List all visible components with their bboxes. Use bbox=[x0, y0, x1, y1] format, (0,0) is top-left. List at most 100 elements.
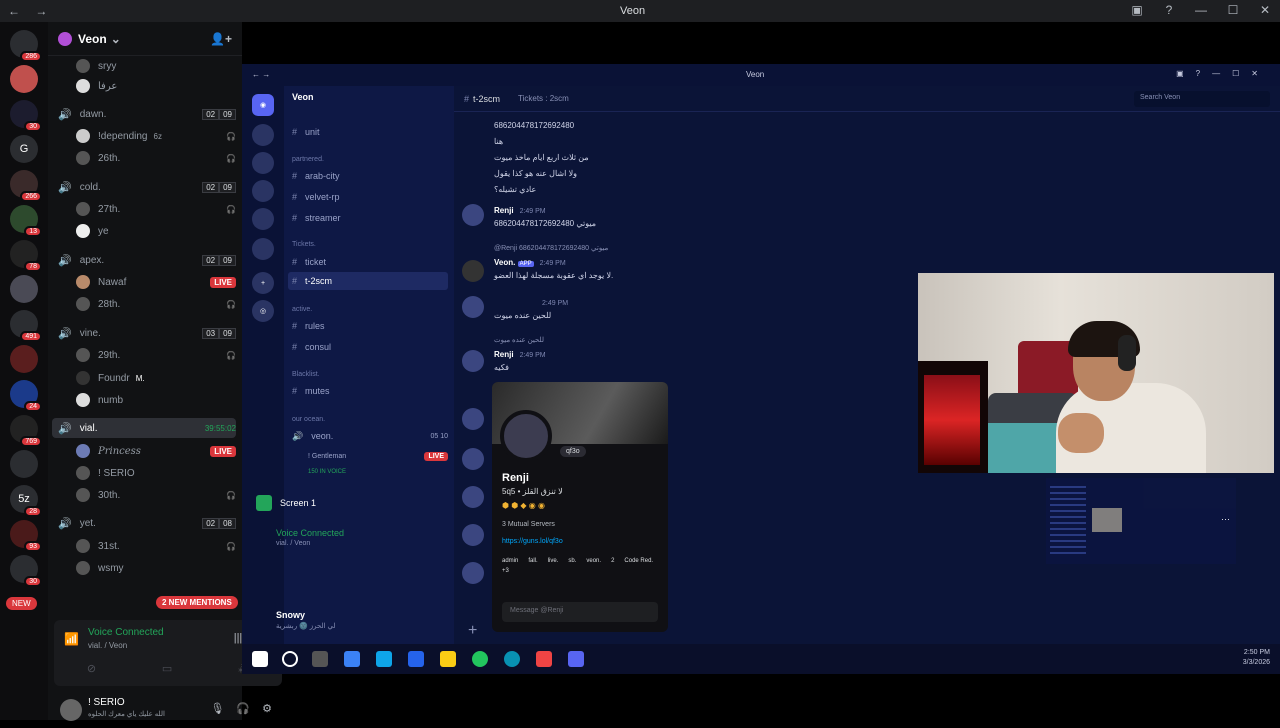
avatar bbox=[462, 204, 484, 226]
inbox-icon[interactable]: ▣ bbox=[1130, 3, 1144, 17]
guild-icon[interactable]: 266 bbox=[10, 170, 42, 202]
voice-user[interactable]: ! SERIO bbox=[76, 463, 236, 483]
camera-off-icon[interactable]: ⊘ bbox=[87, 662, 96, 675]
add-member-icon[interactable]: 👤+ bbox=[210, 32, 232, 46]
mutual-servers: 3 Mutual Servers bbox=[502, 521, 555, 528]
guild-icon bbox=[252, 208, 274, 230]
screen-share-icon[interactable]: ▭ bbox=[162, 662, 172, 675]
voice-user[interactable]: Princess LIVE bbox=[76, 441, 236, 461]
guild-mention-badge: 93 bbox=[24, 541, 42, 552]
voice-user[interactable]: 28th. 🎧 bbox=[76, 294, 236, 314]
guild-icon[interactable]: 30 bbox=[10, 100, 42, 132]
avatar[interactable] bbox=[60, 699, 82, 721]
guild-icon[interactable]: 769 bbox=[10, 415, 42, 447]
voice-channel-vial[interactable]: 🔊 vial. 39:55:02 bbox=[58, 418, 236, 438]
voice-user[interactable]: numb bbox=[76, 390, 236, 410]
chat-header: # t-2scm Tickets : 2scm Search Veon bbox=[454, 86, 1280, 112]
channel-arab-city: # arab-city bbox=[292, 171, 340, 181]
guild-icon[interactable]: 78 bbox=[10, 240, 42, 272]
voice-channel-apex[interactable]: 🔊 apex. 02 09 bbox=[58, 250, 236, 270]
signal-icon[interactable]: 📶 bbox=[64, 632, 79, 646]
stream-window-title: Veon bbox=[746, 70, 765, 79]
voice-user[interactable]: !depending 6z 🎧 bbox=[76, 126, 236, 146]
window-title: Veon bbox=[620, 5, 646, 17]
voice-user[interactable]: 29th. 🎧 bbox=[76, 345, 236, 365]
channel-name: yet. bbox=[79, 517, 96, 529]
server-header[interactable]: Veon ⌄ 👤+ bbox=[48, 22, 242, 56]
task-view-icon bbox=[312, 651, 328, 667]
user-name: Princess bbox=[98, 445, 141, 457]
webcam-overlay[interactable] bbox=[918, 273, 1274, 473]
deafened-icon: 🎧 bbox=[226, 299, 236, 309]
voice-user[interactable]: ye bbox=[76, 221, 236, 241]
voice-user[interactable]: sryy bbox=[76, 56, 236, 76]
profile-message-input: Message @Renji bbox=[502, 602, 658, 622]
guild-icon[interactable] bbox=[10, 275, 38, 303]
settings-gear-icon[interactable]: ⚙ bbox=[262, 702, 272, 715]
guild-icon[interactable] bbox=[10, 345, 38, 373]
user-name: Nawaf bbox=[98, 276, 127, 288]
guild-label: 5z bbox=[18, 493, 30, 505]
voice-location[interactable]: vial. / Veon bbox=[88, 641, 127, 650]
new-mentions-badge[interactable]: 2 NEW MENTIONS bbox=[156, 596, 238, 609]
voice-user[interactable]: عرفا bbox=[76, 76, 236, 96]
guild-mention-badge: 28 bbox=[24, 506, 42, 517]
minimize-button[interactable]: — bbox=[1194, 3, 1208, 17]
mini-stream-preview[interactable]: ⋯ bbox=[1046, 478, 1236, 564]
microphone-icon[interactable]: 🎙 bbox=[210, 702, 224, 715]
stream-voice-location: vial. / Veon bbox=[276, 540, 311, 547]
avatar bbox=[76, 539, 90, 553]
voice-channel-dawn[interactable]: 🔊 dawn. 02 09 bbox=[58, 104, 236, 124]
voice-user[interactable]: 26th. 🎧 bbox=[76, 148, 236, 168]
user-name[interactable]: ! SERIO bbox=[88, 697, 125, 708]
mail-icon bbox=[408, 651, 424, 667]
more-icon[interactable]: ⋯ bbox=[1221, 514, 1230, 525]
noise-suppression-icon[interactable]: ||| bbox=[234, 632, 243, 645]
plus-icon: + bbox=[468, 622, 478, 639]
guild-mention-badge: 78 bbox=[24, 261, 42, 272]
speaker-icon: 🔊 bbox=[58, 327, 72, 340]
guild-icon[interactable]: 93 bbox=[10, 520, 42, 552]
voice-channel-vine[interactable]: 🔊 vine. 03 09 bbox=[58, 323, 236, 343]
channel-streamer: # streamer bbox=[292, 213, 341, 223]
voice-channel-yet[interactable]: 🔊 yet. 02 08 bbox=[58, 513, 236, 533]
windows-start-icon bbox=[252, 651, 268, 667]
avatar bbox=[76, 151, 90, 165]
voice-status[interactable]: Voice Connected bbox=[88, 627, 164, 638]
channel-name: vine. bbox=[79, 327, 101, 339]
guild-icon[interactable] bbox=[10, 65, 38, 93]
voice-user[interactable]: 30th. 🎧 bbox=[76, 485, 236, 505]
headphones-icon[interactable]: 🎧 bbox=[236, 702, 250, 715]
voice-user[interactable]: 31st. 🎧 bbox=[76, 536, 236, 556]
reply-preview: للحين عنده ميوت bbox=[494, 337, 544, 344]
chrome-icon bbox=[472, 651, 488, 667]
voice-user[interactable]: wsmy bbox=[76, 558, 236, 578]
voice-user[interactable]: Foundr M. bbox=[76, 368, 236, 388]
deafened-icon: 🎧 bbox=[226, 490, 236, 500]
new-badge[interactable]: NEW bbox=[6, 597, 37, 610]
nav-arrows: ← → bbox=[252, 70, 271, 79]
guild-mention-badge: 24 bbox=[24, 401, 42, 412]
guild-icon[interactable]: 491 bbox=[10, 310, 42, 342]
guild-icon[interactable]: 30 bbox=[10, 555, 42, 587]
voice-user[interactable]: Nawaf LIVE bbox=[76, 272, 236, 292]
help-icon[interactable]: ? bbox=[1162, 3, 1176, 17]
voice-user[interactable]: 27th. 🎧 bbox=[76, 199, 236, 219]
guild-icon[interactable] bbox=[10, 450, 38, 478]
guild-icon[interactable]: 24 bbox=[10, 380, 42, 412]
nav-arrows[interactable]: ← → bbox=[8, 4, 53, 18]
guild-icon[interactable]: G bbox=[10, 135, 38, 163]
maximize-button[interactable]: ☐ bbox=[1226, 3, 1240, 17]
add-server-icon: + bbox=[252, 272, 274, 294]
guild-icon[interactable]: 13 bbox=[10, 205, 42, 237]
guild-icon[interactable]: 5z 28 bbox=[10, 485, 42, 517]
channel-velvet-rp: # velvet-rp bbox=[292, 192, 340, 202]
channel-name: dawn. bbox=[79, 108, 107, 120]
voice-channel-cold[interactable]: 🔊 cold. 02 09 bbox=[58, 177, 236, 197]
close-button[interactable]: ✕ bbox=[1258, 3, 1272, 17]
user-name: !depending bbox=[98, 130, 148, 142]
guild-icon[interactable]: 286 bbox=[10, 30, 42, 62]
guild-mention-badge: 13 bbox=[24, 226, 42, 237]
folder-icon bbox=[440, 651, 456, 667]
category-active: active. bbox=[292, 306, 313, 313]
